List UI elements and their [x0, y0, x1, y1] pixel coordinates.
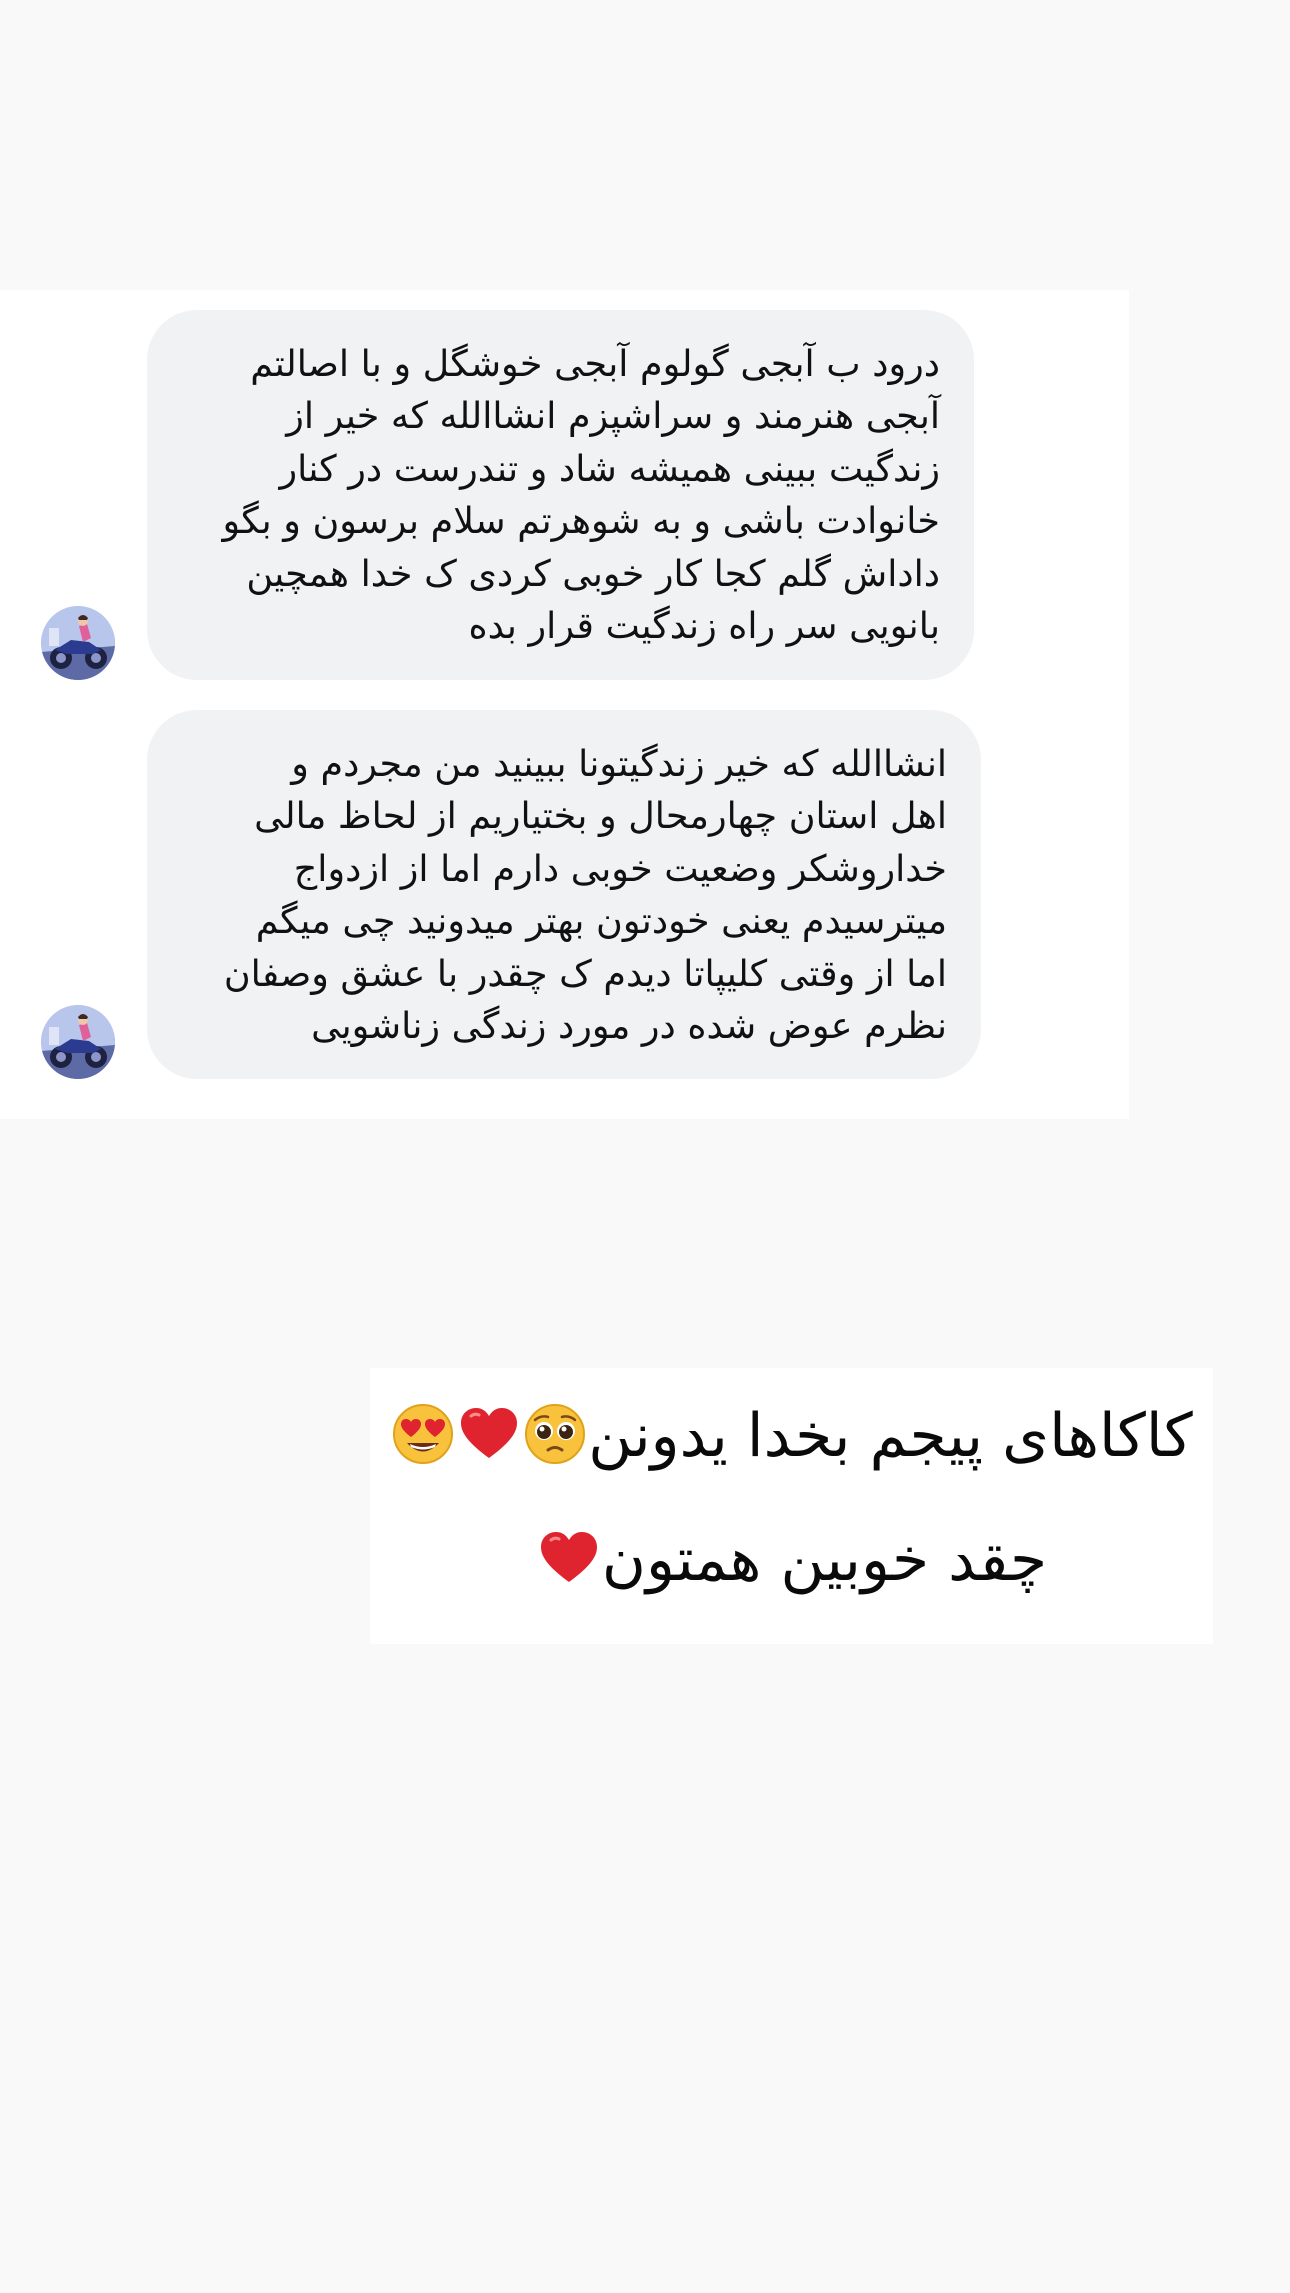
message-bubble[interactable]: درود ب آبجی گولوم آبجی خوشگل و با اصالتم… [147, 310, 974, 680]
message-line: خداروشکر وضعیت خوبی دارم اما از ازدواج [293, 846, 947, 890]
message-line: میترسیدم یعنی خودتون بهتر میدونید چی میگ… [255, 899, 947, 943]
message-line: زندگیت ببینی همیشه شاد و تندرست در کنار [279, 446, 941, 490]
message-line: اهل استان چهارمحال و بختیاریم از لحاظ ما… [254, 794, 947, 838]
caption-line-2: چقد خوبین همتون [370, 1518, 1213, 1602]
message-line: انشاالله که خیر زندگیتونا ببینید من مجرد… [291, 742, 947, 785]
sender-avatar[interactable] [41, 606, 115, 680]
caption-text-1: کاکاهای پیجم بخدا یدونن [588, 1401, 1193, 1471]
message-line: بانویی سر راه زندگیت قرار بده [468, 604, 940, 648]
message-line: درود ب آبجی گولوم آبجی خوشگل و با اصالتم [250, 342, 940, 385]
caption-line-1: کاکاهای پیجم بخدا یدونن [370, 1394, 1213, 1478]
pleading-face-icon [523, 1402, 587, 1466]
message-row: درود ب آبجی گولوم آبجی خوشگل و با اصالتم… [0, 310, 1129, 680]
message-line: نظرم عوض شده در مورد زندگی زناشویی [311, 1004, 947, 1048]
message-line: خانوادت باشی و به شوهرتم سلام برسون و بگ… [222, 499, 941, 543]
motorcycle-rider-icon [41, 1005, 115, 1079]
chat-panel: درود ب آبجی گولوم آبجی خوشگل و با اصالتم… [0, 290, 1129, 1119]
caption-card: کاکاهای پیجم بخدا یدونن چقد خوبین همتون [370, 1368, 1213, 1644]
message-row: انشاالله که خیر زندگیتونا ببینید من مجرد… [0, 710, 1129, 1079]
motorcycle-rider-icon [41, 606, 115, 680]
sender-avatar[interactable] [41, 1005, 115, 1079]
red-heart-icon [537, 1526, 601, 1590]
message-line: داداش گلم کجا کار خوبی کردی ک خدا همچین [246, 551, 940, 595]
caption-text-2: چقد خوبین همتون [601, 1525, 1048, 1595]
message-bubble[interactable]: انشاالله که خیر زندگیتونا ببینید من مجرد… [147, 710, 981, 1079]
message-line: اما از وقتی کلیپاتا دیدم ک چقدر با عشق و… [223, 951, 947, 995]
red-heart-icon [457, 1402, 521, 1466]
message-line: آبجی هنرمند و سراشپزم انشاالله که خیر از [286, 394, 940, 438]
heart-eyes-icon [391, 1402, 455, 1466]
